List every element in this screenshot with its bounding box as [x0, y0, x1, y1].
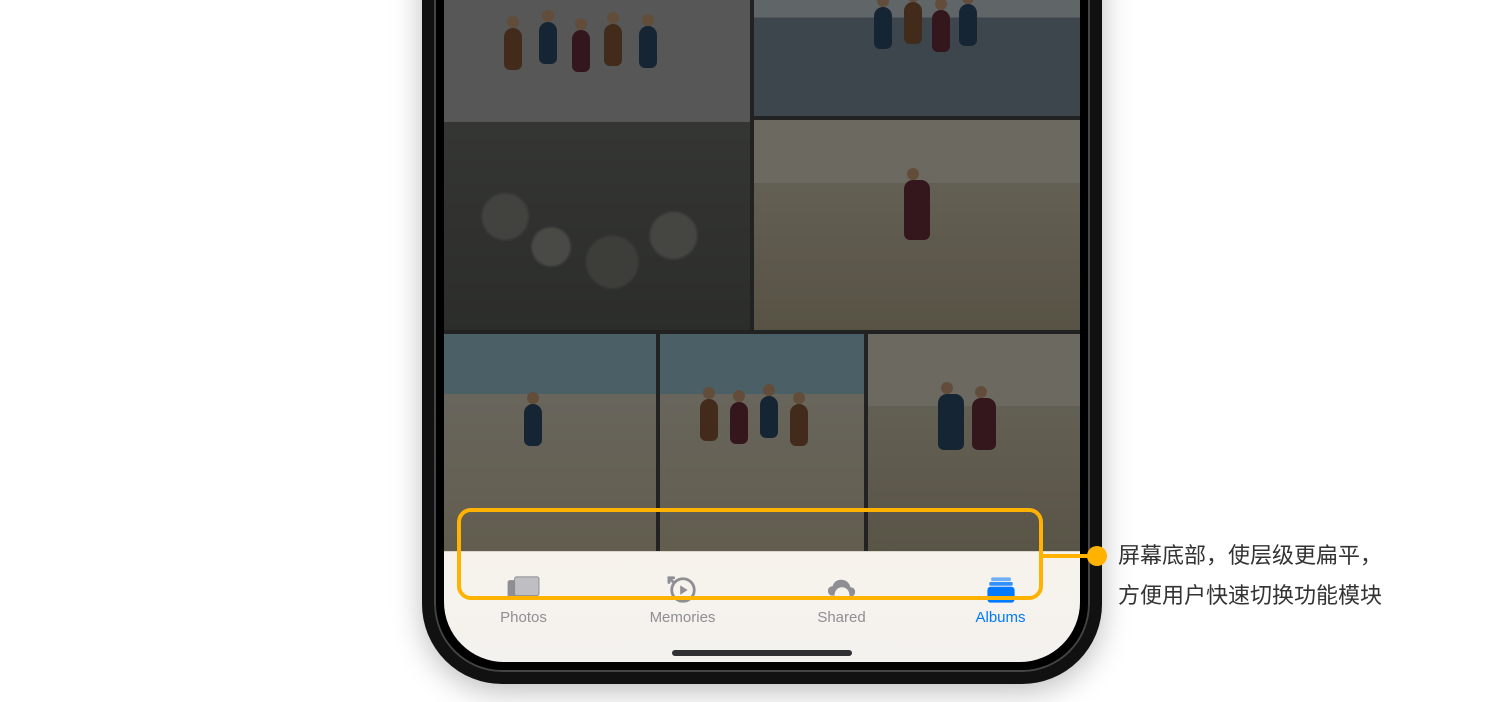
albums-icon: [982, 575, 1020, 605]
callout-text: 屏幕底部，使层级更扁平， 方便用户快速切换功能模块: [1118, 536, 1382, 615]
photo-thumb[interactable]: [660, 334, 864, 574]
tab-label: Albums: [975, 609, 1025, 626]
memories-icon: [664, 575, 702, 605]
shared-icon: [823, 575, 861, 605]
callout-line-2: 方便用户快速切换功能模块: [1118, 576, 1382, 616]
phone-screen: Photos Memories Shared: [444, 0, 1080, 662]
photo-thumb[interactable]: [868, 334, 1080, 574]
callout-dot: [1087, 546, 1107, 566]
callout-connector: [1043, 554, 1093, 558]
photos-icon: [505, 575, 543, 605]
photo-thumb[interactable]: [444, 334, 656, 574]
phone-frame: Photos Memories Shared: [422, 0, 1102, 684]
photo-thumb[interactable]: [754, 120, 1080, 330]
photo-thumb[interactable]: [754, 0, 1080, 116]
home-indicator: [672, 650, 852, 656]
tab-albums[interactable]: Albums: [921, 552, 1080, 648]
tab-bar: Photos Memories Shared: [444, 551, 1080, 662]
callout-line-1: 屏幕底部，使层级更扁平，: [1118, 536, 1382, 576]
tab-photos[interactable]: Photos: [444, 552, 603, 648]
tab-label: Photos: [500, 609, 547, 626]
photo-grid: [444, 0, 1080, 580]
tab-memories[interactable]: Memories: [603, 552, 762, 648]
tab-label: Memories: [650, 609, 716, 626]
photo-thumb[interactable]: [444, 0, 750, 330]
tab-label: Shared: [817, 609, 865, 626]
tab-shared[interactable]: Shared: [762, 552, 921, 648]
